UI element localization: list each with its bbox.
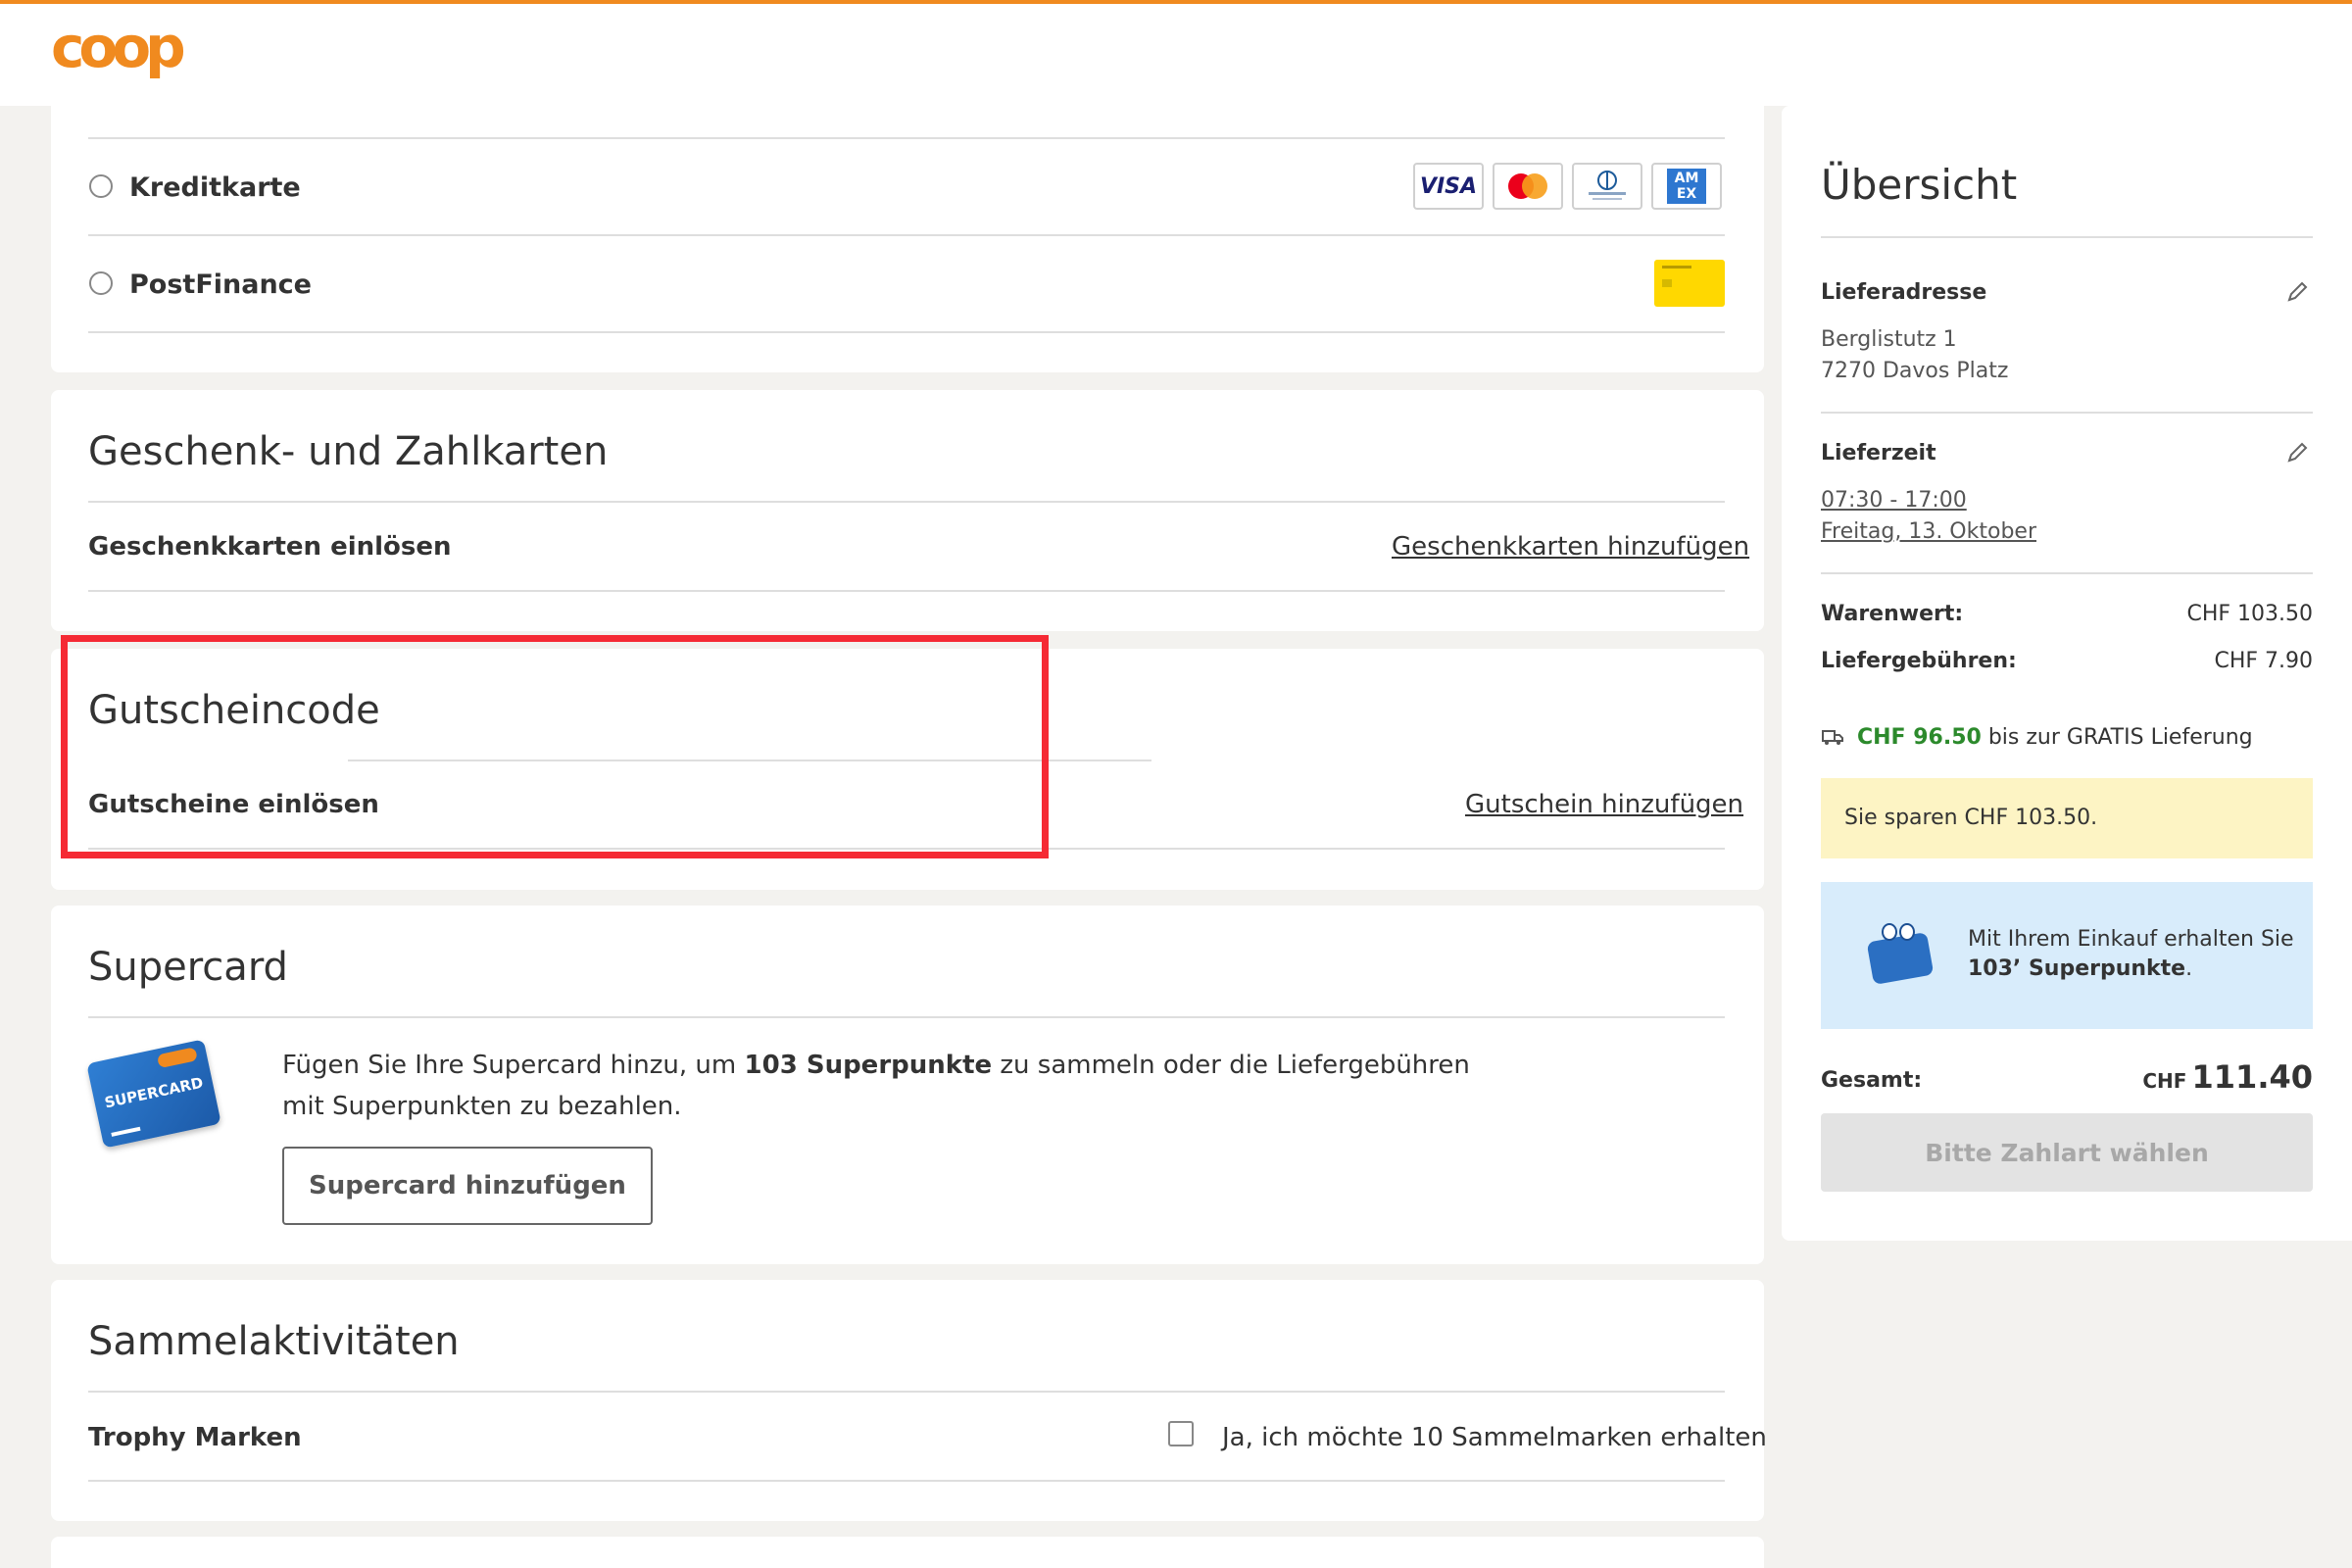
trophy-marken-label: Trophy Marken <box>88 1423 302 1452</box>
gift-cards-redeem-label: Geschenkkarten einlösen <box>88 532 452 562</box>
divider <box>88 590 1725 592</box>
radio-kreditkarte[interactable] <box>89 174 113 198</box>
address-line-1: Berglistutz 1 <box>1821 327 1957 352</box>
edit-address-icon[interactable] <box>2283 278 2311 306</box>
supercard-description: Fügen Sie Ihre Supercard hinzu, um 103 S… <box>282 1051 1470 1121</box>
coop-logo[interactable]: coop <box>51 22 206 80</box>
delivery-truck-icon <box>1822 730 1843 745</box>
free-delivery-note: CHF 96.50 bis zur GRATIS Lieferung <box>1857 725 2253 750</box>
goods-value-label: Warenwert: <box>1821 602 1964 626</box>
superpoints-box: Mit Ihrem Einkauf erhalten Sie 103’ Supe… <box>1821 882 2313 1029</box>
supercard-mascot-icon <box>1860 921 1935 986</box>
divider <box>88 137 1725 139</box>
sammelmarken-checkbox-label[interactable]: Ja, ich möchte 10 Sammelmarken erhalten <box>1222 1423 1767 1452</box>
amex-logo: AM EX <box>1651 163 1722 210</box>
visa-logo: VISA <box>1413 163 1484 210</box>
delivery-date[interactable]: Freitag, 13. Oktober <box>1821 519 2036 544</box>
payment-option-postfinance[interactable]: PostFinance <box>129 270 312 300</box>
summary-title: Übersicht <box>1821 161 2018 209</box>
divider <box>88 1480 1725 1482</box>
savings-box: Sie sparen CHF 103.50. <box>1821 778 2313 858</box>
divider <box>88 331 1725 333</box>
mastercard-logo <box>1493 163 1563 210</box>
delivery-address-label: Lieferadresse <box>1821 280 1987 305</box>
delivery-fee-value: CHF 7.90 <box>2214 649 2313 673</box>
divider <box>1821 412 2313 414</box>
next-panel <box>51 1537 1764 1568</box>
postfinance-card-icon <box>1654 260 1725 307</box>
diners-club-logo <box>1572 163 1642 210</box>
divider <box>88 1391 1725 1393</box>
collect-panel <box>51 1280 1764 1521</box>
collect-title: Sammelaktivitäten <box>88 1319 460 1364</box>
highlight-box <box>61 635 1049 858</box>
edit-time-icon[interactable] <box>2283 439 2311 466</box>
delivery-time-label: Lieferzeit <box>1821 441 1936 466</box>
goods-value: CHF 103.50 <box>2186 602 2313 626</box>
choose-payment-button[interactable]: Bitte Zahlart wählen <box>1821 1113 2313 1192</box>
divider <box>88 1016 1725 1018</box>
add-voucher-link[interactable]: Gutschein hinzufügen <box>1465 790 1743 819</box>
delivery-time-window[interactable]: 07:30 - 17:00 <box>1821 488 1967 513</box>
gift-cards-title: Geschenk- und Zahlkarten <box>88 429 609 474</box>
add-gift-cards-link[interactable]: Geschenkkarten hinzufügen <box>1392 532 1749 562</box>
add-supercard-button[interactable]: Supercard hinzufügen <box>282 1147 653 1225</box>
divider <box>1821 572 2313 574</box>
divider <box>88 501 1725 503</box>
address-line-2: 7270 Davos Platz <box>1821 359 2009 383</box>
supercard-title: Supercard <box>88 945 288 990</box>
divider <box>88 234 1725 236</box>
delivery-fee-label: Liefergebühren: <box>1821 649 2017 673</box>
top-bar: coop <box>0 0 2352 106</box>
payment-option-kreditkarte[interactable]: Kreditkarte <box>129 172 301 203</box>
total-label: Gesamt: <box>1821 1068 1923 1093</box>
divider <box>1821 236 2313 238</box>
sammelmarken-checkbox[interactable] <box>1168 1421 1194 1446</box>
radio-postfinance[interactable] <box>89 271 113 295</box>
gift-cards-panel <box>51 390 1764 631</box>
svg-text:coop: coop <box>51 22 183 80</box>
total-value: CHF 111.40 <box>2142 1058 2313 1096</box>
